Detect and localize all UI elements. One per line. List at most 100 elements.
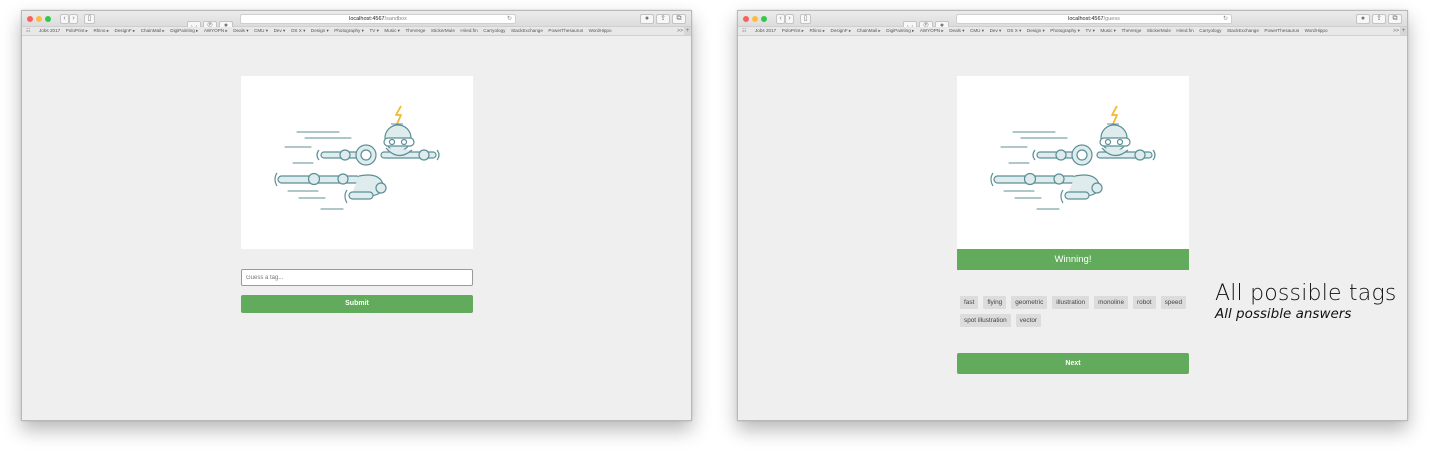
close-window-button[interactable] bbox=[743, 15, 749, 22]
illustration-card bbox=[957, 76, 1189, 249]
bookmark-item[interactable]: Design ▾ bbox=[1027, 28, 1045, 33]
bookmark-item[interactable]: Carryology bbox=[483, 28, 505, 33]
share-icon[interactable]: ⇪ bbox=[656, 14, 670, 24]
address-bar[interactable]: localhost:4567/guess ↻ bbox=[956, 14, 1232, 24]
back-icon[interactable]: ‹ bbox=[60, 13, 69, 24]
bookmark-item[interactable]: ChainMail ▸ bbox=[141, 28, 165, 33]
download-icon[interactable]: ● bbox=[640, 14, 654, 24]
forward-icon[interactable]: › bbox=[785, 13, 794, 24]
submit-button[interactable]: Submit bbox=[241, 295, 473, 313]
bookmark-item[interactable]: WordHippo bbox=[1305, 28, 1328, 33]
title-bar: ‹ › ▯ ◡ ℗ ● localhost:4567/guess ↻ ● ⇪ ⧉ bbox=[738, 11, 1407, 31]
bookmark-item[interactable]: Photography ▾ bbox=[1050, 28, 1080, 33]
zoom-window-button[interactable] bbox=[45, 15, 51, 22]
bookmark-item[interactable]: WordHippo bbox=[589, 28, 612, 33]
new-tab-icon[interactable]: + bbox=[1400, 27, 1407, 35]
bookmark-item[interactable]: StackExchange bbox=[511, 28, 543, 33]
guess-tag-input[interactable] bbox=[241, 269, 473, 286]
minimize-window-button[interactable] bbox=[36, 15, 42, 22]
title-bar: ‹ › ▯ ◡ ℗ ● localhost:4567/sandbox ↻ ● ⇪ ⧉ bbox=[22, 11, 691, 31]
bookmark-item[interactable]: TV ▾ bbox=[1085, 28, 1094, 33]
bookmark-item[interactable]: Dev ▾ bbox=[274, 28, 286, 33]
bookmark-item[interactable]: Deals ▾ bbox=[949, 28, 964, 33]
download-icon[interactable]: ● bbox=[1356, 14, 1370, 24]
bookmark-item[interactable]: PowerThesaurus bbox=[548, 28, 583, 33]
sidebar-toggle-icon[interactable]: ▯ bbox=[84, 13, 95, 24]
bookmark-item[interactable]: AWYOPN ▸ bbox=[204, 28, 228, 33]
bookmarks-grid-icon[interactable]: ☷ bbox=[26, 28, 35, 34]
bookmark-item[interactable]: Rhino ▸ bbox=[93, 28, 109, 33]
bookmark-item[interactable]: AWYOPN ▸ bbox=[920, 28, 944, 33]
reload-icon[interactable]: ↻ bbox=[507, 15, 512, 23]
bookmarks-bar: ☷ Jobs 2017 PoloPrint ▸ Rhino ▸ DesignF ▸ Ch… bbox=[22, 27, 691, 36]
illustration-card bbox=[241, 76, 473, 249]
bookmark-item[interactable]: CMU ▾ bbox=[254, 28, 268, 33]
new-tab-icon[interactable]: + bbox=[684, 27, 691, 35]
zoom-window-button[interactable] bbox=[761, 15, 767, 22]
tag-chip: spot illustration bbox=[960, 314, 1011, 327]
annotation-subtitle: All possible answers bbox=[1215, 306, 1352, 322]
bookmark-item[interactable]: DesignF ▸ bbox=[831, 28, 852, 33]
minimize-window-button[interactable] bbox=[752, 15, 758, 22]
traffic-lights bbox=[27, 15, 51, 22]
annotation-title: All possible tags bbox=[1215, 281, 1397, 306]
url-host: localhost:4567 bbox=[1068, 16, 1104, 22]
bookmark-item[interactable]: StackExchange bbox=[1227, 28, 1259, 33]
back-icon[interactable]: ‹ bbox=[776, 13, 785, 24]
bookmark-item[interactable]: Photography ▾ bbox=[334, 28, 364, 33]
tag-chip: flying bbox=[983, 296, 1007, 309]
bookmark-item[interactable]: PoloPrint ▸ bbox=[782, 28, 804, 33]
bookmark-item[interactable]: PoloPrint ▸ bbox=[66, 28, 88, 33]
tabs-overview-icon[interactable]: ⧉ bbox=[672, 14, 686, 24]
forward-icon[interactable]: › bbox=[69, 13, 78, 24]
robot-illustration bbox=[957, 76, 1189, 249]
bookmark-item[interactable]: Design ▾ bbox=[311, 28, 329, 33]
result-banner: Winning! bbox=[957, 249, 1189, 270]
bookmarks-overflow[interactable]: >> bbox=[1393, 28, 1399, 34]
close-window-button[interactable] bbox=[27, 15, 33, 22]
sidebar-toggle-icon[interactable]: ▯ bbox=[800, 13, 811, 24]
bookmark-item[interactable]: Carryology bbox=[1199, 28, 1221, 33]
reload-icon[interactable]: ↻ bbox=[1223, 15, 1228, 23]
bookmark-item[interactable]: Jobs 2017 bbox=[755, 28, 776, 33]
bookmark-item[interactable]: TheVerge bbox=[405, 28, 425, 33]
robot-illustration bbox=[241, 76, 473, 249]
bookmark-item[interactable]: CMU ▾ bbox=[970, 28, 984, 33]
bookmark-item[interactable]: PowerThesaurus bbox=[1264, 28, 1299, 33]
bookmark-item[interactable]: TheVerge bbox=[1121, 28, 1141, 33]
bookmark-item[interactable]: StickerMule bbox=[1147, 28, 1171, 33]
bookmark-item[interactable]: DigiPainting ▸ bbox=[170, 28, 198, 33]
bookmark-item[interactable]: DigiPainting ▸ bbox=[886, 28, 914, 33]
tag-chip: speed bbox=[1160, 296, 1187, 309]
page-viewport: Submit bbox=[22, 37, 691, 420]
bookmark-item[interactable]: Jobs 2017 bbox=[39, 28, 60, 33]
next-button[interactable]: Next bbox=[957, 353, 1189, 374]
tag-chip: fast bbox=[960, 296, 979, 309]
bookmark-item[interactable]: Hired.fm bbox=[460, 28, 477, 33]
share-icon[interactable]: ⇪ bbox=[1372, 14, 1386, 24]
bookmark-item[interactable]: DesignF ▸ bbox=[115, 28, 136, 33]
tabs-overview-icon[interactable]: ⧉ bbox=[1388, 14, 1402, 24]
bookmark-item[interactable]: Rhino ▸ bbox=[809, 28, 825, 33]
browser-window-guess: ‹ › ▯ ◡ ℗ ● localhost:4567/guess ↻ ● ⇪ ⧉ ☷… bbox=[737, 10, 1408, 421]
bookmark-item[interactable]: OS X ▾ bbox=[291, 28, 306, 33]
browser-window-sandbox: ‹ › ▯ ◡ ℗ ● localhost:4567/sandbox ↻ ● ⇪ ⧉… bbox=[21, 10, 692, 421]
bookmark-item[interactable]: Deals ▾ bbox=[233, 28, 248, 33]
bookmark-item[interactable]: Hired.fm bbox=[1176, 28, 1193, 33]
tag-list: fast flying geometric illustration monoline r… bbox=[960, 296, 1192, 327]
bookmark-item[interactable]: Dev ▾ bbox=[990, 28, 1002, 33]
bookmarks-grid-icon[interactable]: ☷ bbox=[742, 28, 751, 34]
bookmark-item[interactable]: Music ▾ bbox=[384, 28, 400, 33]
bookmark-item[interactable]: Music ▾ bbox=[1100, 28, 1116, 33]
tag-chip: geometric bbox=[1011, 296, 1048, 309]
bookmarks-overflow[interactable]: >> bbox=[677, 28, 683, 34]
url-host: localhost:4567 bbox=[349, 16, 385, 22]
url-path: /guess bbox=[1103, 16, 1120, 22]
traffic-lights bbox=[743, 15, 767, 22]
tag-chip: robot bbox=[1133, 296, 1156, 309]
bookmark-item[interactable]: ChainMail ▸ bbox=[857, 28, 881, 33]
bookmark-item[interactable]: OS X ▾ bbox=[1007, 28, 1022, 33]
bookmark-item[interactable]: TV ▾ bbox=[369, 28, 378, 33]
bookmark-item[interactable]: StickerMule bbox=[431, 28, 455, 33]
address-bar[interactable]: localhost:4567/sandbox ↻ bbox=[240, 14, 516, 24]
